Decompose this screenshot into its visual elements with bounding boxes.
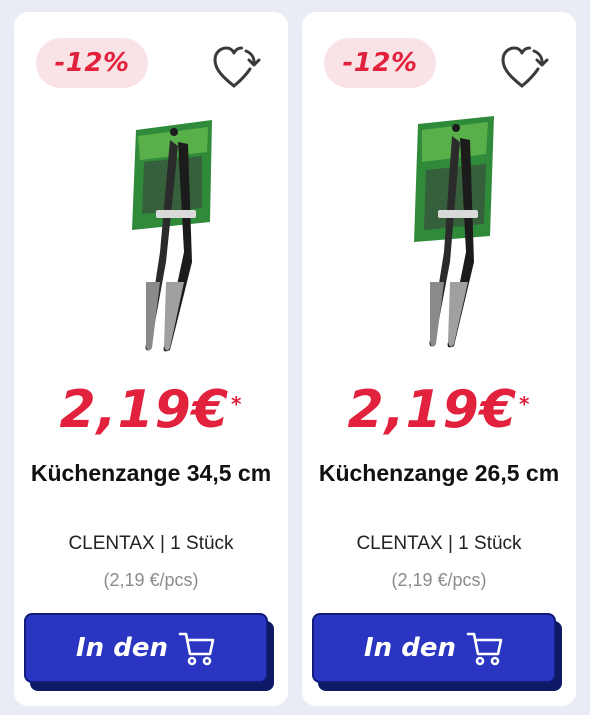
wishlist-heart-icon[interactable] xyxy=(498,42,550,92)
discount-badge: -12% xyxy=(324,38,436,88)
unit-price: (2,19 €/pcs) xyxy=(391,570,487,590)
cart-icon xyxy=(178,632,215,666)
add-to-cart-label: In den xyxy=(76,633,168,663)
price-footnote-marker: * xyxy=(519,392,531,416)
price-value: 2,19€ xyxy=(59,380,229,440)
cart-icon xyxy=(466,632,503,666)
unit-price: (2,19 €/pcs) xyxy=(103,570,199,590)
product-image[interactable] xyxy=(382,112,512,362)
product-name[interactable]: Küchenzange 26,5 cm xyxy=(312,458,566,489)
price-footnote-marker: * xyxy=(231,392,243,416)
product-name[interactable]: Küchenzange 34,5 cm xyxy=(24,458,278,489)
product-card[interactable]: -12% 2,19€ * Küchenzange 26,5 cm CLENTAX … xyxy=(302,12,576,706)
product-image[interactable] xyxy=(94,112,224,362)
brand-quantity: CLENTAX | 1 Stück xyxy=(356,533,522,554)
price: 2,19€ * xyxy=(14,380,288,440)
wishlist-heart-icon[interactable] xyxy=(210,42,262,92)
price: 2,19€ * xyxy=(302,380,576,440)
price-value: 2,19€ xyxy=(347,380,517,440)
add-to-cart-button[interactable]: In den xyxy=(312,613,556,683)
add-to-cart-button[interactable]: In den xyxy=(24,613,268,683)
product-card[interactable]: -12% 2,19€ * Küchenzange 34,5 cm CLENTAX … xyxy=(14,12,288,706)
brand-quantity: CLENTAX | 1 Stück xyxy=(68,533,234,554)
discount-badge: -12% xyxy=(36,38,148,88)
add-to-cart-label: In den xyxy=(364,633,456,663)
